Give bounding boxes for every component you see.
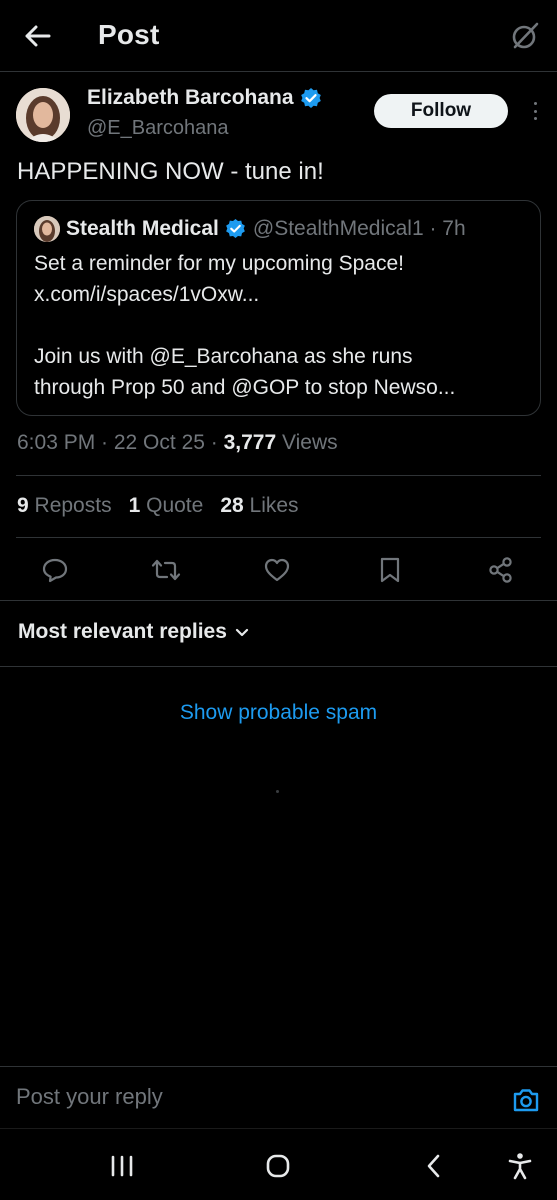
quoted-post-card[interactable]: Stealth Medical @StealthMedical1 · 7h Se…	[16, 200, 541, 416]
replies-sort-dropdown[interactable]: Most relevant replies	[18, 620, 249, 644]
quoted-author-avatar	[34, 216, 60, 242]
reply-icon[interactable]	[38, 553, 72, 587]
verified-badge-icon	[300, 87, 322, 109]
post-author-row: Elizabeth Barcohana @E_Barcohana Follow	[16, 86, 541, 146]
camera-icon[interactable]	[512, 1087, 540, 1113]
author-avatar[interactable]	[16, 88, 70, 142]
repost-icon[interactable]	[149, 553, 183, 587]
home-icon[interactable]	[258, 1151, 298, 1181]
engagement-stats: 9 Reposts 1 Quote 28 Likes	[17, 494, 299, 518]
follow-button[interactable]: Follow	[374, 94, 508, 128]
system-navigation-bar	[0, 1128, 557, 1200]
post-text: HAPPENING NOW - tune in!	[17, 158, 324, 185]
reposts-stat[interactable]: 9 Reposts	[17, 494, 112, 518]
likes-stat[interactable]: 28 Likes	[220, 494, 298, 518]
reply-input[interactable]	[16, 1084, 486, 1110]
post-meta: 6:03 PM · 22 Oct 25 · 3,777 Views	[17, 431, 338, 455]
quoted-author-handle-time: @StealthMedical1 · 7h	[252, 217, 466, 240]
grok-icon[interactable]	[509, 20, 541, 52]
top-app-bar: Post	[0, 0, 557, 72]
divider	[0, 666, 557, 667]
post-actions-bar	[0, 553, 557, 587]
bookmark-icon[interactable]	[373, 553, 407, 587]
views-label: Views	[276, 431, 338, 454]
quoted-author-name: Stealth Medical	[66, 217, 219, 240]
quoted-text-line: Join us with @E_Barcohana as she runs	[34, 345, 413, 368]
divider	[0, 600, 557, 601]
quotes-stat[interactable]: 1 Quote	[129, 494, 204, 518]
views-count: 3,777	[223, 431, 277, 454]
more-options-icon[interactable]	[529, 98, 541, 124]
share-icon[interactable]	[484, 553, 518, 587]
divider	[16, 537, 541, 538]
system-back-icon[interactable]	[414, 1151, 454, 1181]
back-arrow-icon[interactable]	[22, 20, 54, 52]
quoted-text-line: Set a reminder for my upcoming Space!	[34, 252, 405, 275]
quoted-text-line: x.com/i/spaces/1vOxw...	[34, 283, 260, 306]
quoted-post-text: Set a reminder for my upcoming Space! x.…	[34, 248, 526, 403]
quoted-post-header: Stealth Medical @StealthMedical1 · 7h	[34, 216, 466, 242]
author-name-group: Elizabeth Barcohana	[87, 86, 322, 110]
verified-badge-icon	[225, 218, 247, 240]
reply-composer	[0, 1066, 557, 1128]
chevron-down-icon	[235, 620, 249, 644]
sort-label: Most relevant replies	[18, 620, 227, 643]
author-name[interactable]: Elizabeth Barcohana	[87, 86, 294, 110]
like-heart-icon[interactable]	[260, 553, 294, 587]
accessibility-icon[interactable]	[500, 1151, 540, 1181]
divider	[16, 475, 541, 476]
show-probable-spam-link[interactable]: Show probable spam	[0, 701, 557, 725]
quoted-text-line: through Prop 50 and @GOP to stop Newso..…	[34, 376, 456, 399]
post-timestamp: 6:03 PM · 22 Oct 25 ·	[17, 431, 224, 454]
page-title: Post	[98, 19, 160, 50]
loading-indicator	[276, 790, 279, 793]
author-handle[interactable]: @E_Barcohana	[87, 117, 229, 140]
recent-apps-icon[interactable]	[102, 1151, 142, 1181]
